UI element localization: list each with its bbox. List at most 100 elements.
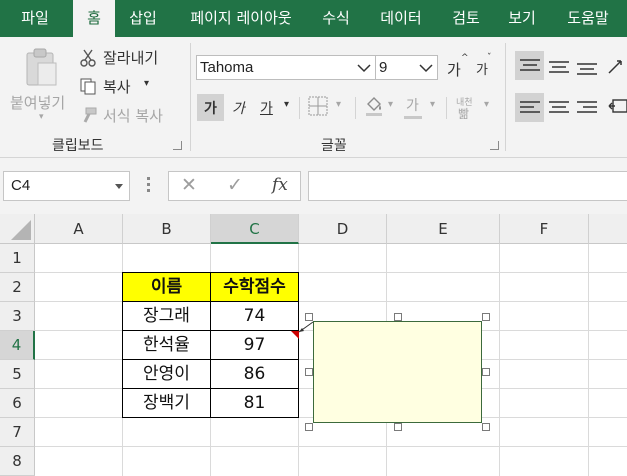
copy-dropdown-icon[interactable]: ▾: [144, 78, 149, 89]
gridline: [588, 244, 589, 476]
resize-handle[interactable]: [482, 313, 490, 321]
border-dropdown-icon[interactable]: ▾: [336, 99, 341, 110]
resize-handle[interactable]: [305, 368, 313, 376]
formula-input[interactable]: [308, 171, 627, 201]
decrease-indent-icon[interactable]: [607, 98, 627, 116]
align-center-icon[interactable]: [549, 100, 569, 116]
score-cell[interactable]: 81: [211, 389, 298, 417]
underline-button[interactable]: 가: [260, 98, 273, 118]
score-cell[interactable]: 86: [211, 360, 298, 389]
formula-buttons: ✕ ✓ fx: [168, 171, 301, 201]
name-box[interactable]: C4: [3, 171, 130, 201]
phonetic-dropdown-icon[interactable]: ▾: [484, 99, 489, 110]
align-right-icon[interactable]: [577, 100, 597, 116]
name-cell[interactable]: 장백기: [123, 389, 211, 417]
align-left-icon: [520, 101, 540, 113]
paint-bucket-icon[interactable]: [364, 95, 384, 117]
cancel-icon[interactable]: ✕: [181, 174, 197, 196]
fill-color-dropdown-icon[interactable]: ▾: [388, 99, 393, 110]
data-table: 이름 수학점수 장그래 74 한석율 97 안영이 86 장백기 81: [122, 272, 299, 418]
cut-button[interactable]: 잘라내기: [103, 47, 158, 68]
font-color-bar: [404, 116, 422, 119]
border-icon[interactable]: [308, 96, 328, 116]
formula-bar: C4 ✕ ✓ fx: [0, 158, 627, 214]
ribbon-tab-bar: 파일 홈 삽입 페이지 레이아웃 수식 데이터 검토 보기 도움말: [0, 0, 627, 37]
resize-handle[interactable]: [482, 423, 490, 431]
font-color-button[interactable]: 가: [406, 95, 419, 115]
resize-handle[interactable]: [482, 368, 490, 376]
column-header-f[interactable]: F: [500, 214, 589, 244]
tab-review[interactable]: 검토: [440, 0, 492, 37]
formula-bar-grip-icon[interactable]: [147, 177, 150, 195]
row-header-5[interactable]: 5: [0, 360, 35, 389]
tab-formulas[interactable]: 수식: [312, 0, 360, 37]
resize-handle[interactable]: [305, 313, 313, 321]
gridline: [35, 446, 627, 447]
resize-handle[interactable]: [305, 423, 313, 431]
resize-handle[interactable]: [394, 313, 402, 321]
name-cell[interactable]: 장그래: [123, 302, 211, 331]
align-middle-icon[interactable]: [549, 60, 569, 76]
tab-page-layout[interactable]: 페이지 레이아웃: [171, 0, 311, 37]
name-cell[interactable]: 한석율: [123, 331, 211, 360]
scissors-icon: [80, 49, 96, 67]
column-header-d[interactable]: D: [299, 214, 387, 244]
tab-file[interactable]: 파일: [0, 0, 70, 37]
column-header-e[interactable]: E: [387, 214, 500, 244]
tab-help[interactable]: 도움말: [556, 0, 620, 37]
score-cell[interactable]: 74: [211, 302, 298, 331]
insert-function-icon[interactable]: fx: [272, 175, 288, 195]
tab-home[interactable]: 홈: [73, 0, 115, 37]
select-all-icon: [11, 220, 31, 240]
paste-button[interactable]: 붙여넣기: [10, 92, 65, 113]
align-bottom-icon[interactable]: [577, 62, 597, 78]
grow-arrow-icon: ^: [461, 53, 469, 63]
row-header-7[interactable]: 7: [0, 418, 35, 447]
grow-font-button[interactable]: 가: [447, 59, 461, 80]
comment-box[interactable]: [313, 321, 482, 423]
score-cell-selected[interactable]: 97: [211, 331, 298, 360]
bold-label: 가: [204, 101, 217, 117]
row-header-2[interactable]: 2: [0, 273, 35, 302]
font-group-label: 글꼴: [321, 138, 347, 154]
header-name-cell[interactable]: 이름: [123, 273, 211, 302]
underline-dropdown-icon[interactable]: ▾: [284, 99, 289, 110]
font-size-combo[interactable]: 9: [375, 55, 438, 80]
row-header-6[interactable]: 6: [0, 389, 35, 418]
paste-dropdown-icon[interactable]: ▾: [39, 112, 44, 122]
italic-button[interactable]: 가: [232, 98, 245, 118]
select-all-button[interactable]: [0, 214, 35, 244]
font-name-combo[interactable]: Tahoma: [196, 55, 376, 80]
row-header-1[interactable]: 1: [0, 244, 35, 273]
tab-data[interactable]: 데이터: [366, 0, 436, 37]
row-header-4[interactable]: 4: [0, 331, 35, 360]
clipboard-icon[interactable]: [24, 47, 60, 89]
font-color-dropdown-icon[interactable]: ▾: [430, 99, 435, 110]
paintbrush-icon: [83, 107, 97, 123]
clipboard-group-label: 클립보드: [52, 138, 104, 154]
column-header-g[interactable]: [589, 214, 627, 244]
orientation-icon[interactable]: [607, 57, 627, 75]
gridline: [499, 244, 500, 476]
format-painter-button[interactable]: 서식 복사: [103, 105, 163, 126]
column-header-c[interactable]: C: [211, 214, 299, 244]
ribbon-separator: [446, 97, 447, 119]
enter-icon[interactable]: ✓: [227, 174, 243, 196]
column-header-a[interactable]: A: [35, 214, 123, 244]
clipboard-launcher-icon[interactable]: [173, 141, 182, 150]
ribbon-separator: [505, 43, 506, 151]
name-cell[interactable]: 안영이: [123, 360, 211, 389]
header-score-cell[interactable]: 수학점수: [211, 273, 298, 302]
tab-insert[interactable]: 삽입: [119, 0, 167, 37]
name-box-dropdown-icon[interactable]: [115, 184, 123, 190]
ribbon: 붙여넣기 ▾ 잘라내기 복사 ▾ 서식 복사 클립보드 Tahoma 9 가 ^…: [0, 37, 627, 158]
copy-button[interactable]: 복사: [103, 76, 131, 97]
column-header-b[interactable]: B: [123, 214, 211, 244]
tab-view[interactable]: 보기: [496, 0, 548, 37]
worksheet-grid[interactable]: A B C D E F 1 2 3 4 5 6 7 8 이름 수학점수 장그래 …: [0, 214, 627, 476]
ribbon-separator: [299, 97, 300, 119]
font-launcher-icon[interactable]: [490, 141, 499, 150]
resize-handle[interactable]: [394, 423, 402, 431]
row-header-3[interactable]: 3: [0, 302, 35, 331]
row-header-8[interactable]: 8: [0, 447, 35, 476]
